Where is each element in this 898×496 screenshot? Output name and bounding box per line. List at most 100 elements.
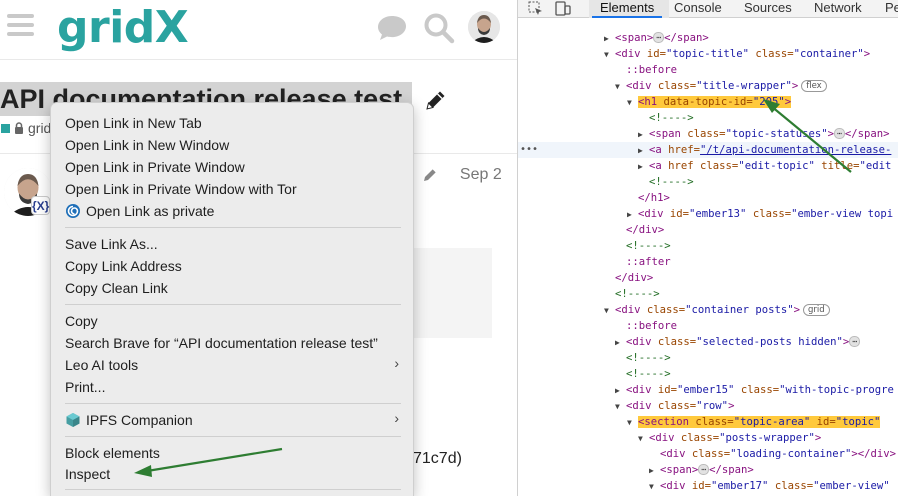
menu-separator (65, 304, 401, 305)
expand-arrow-icon[interactable]: ▶ (627, 207, 638, 223)
tab-network[interactable]: Network (814, 0, 862, 17)
menu-leo-ai-tools[interactable]: Leo AI tools (65, 355, 138, 375)
menu-separator (65, 436, 401, 437)
dom-node[interactable]: </div> (518, 222, 898, 238)
expand-arrow-icon[interactable]: ▶ (604, 31, 615, 47)
dom-node[interactable]: <!----> (518, 174, 898, 190)
menu-ipfs-companion-label: IPFS Companion (86, 412, 193, 428)
tab-sources[interactable]: Sources (744, 0, 792, 17)
collapse-arrow-icon[interactable]: ▼ (649, 479, 660, 495)
context-menu: Open Link in New Tab Open Link in New Wi… (50, 102, 414, 496)
collapsed-content-pill[interactable]: ⋯ (834, 128, 845, 139)
menu-open-as-private[interactable]: Open Link as private (65, 201, 214, 221)
dom-node[interactable]: ▶ <span class="topic-statuses"> ⋯ </span> (518, 126, 898, 142)
post-text-fragment: 71c7d) (413, 450, 462, 467)
expand-arrow-icon[interactable]: ▶ (615, 383, 626, 399)
collapsed-content-pill[interactable]: ⋯ (698, 464, 710, 475)
menu-separator (65, 227, 401, 228)
collapse-arrow-icon[interactable]: ▼ (604, 47, 615, 63)
collapsed-content-pill[interactable]: ⋯ (849, 336, 861, 347)
expand-arrow-icon[interactable]: ▶ (615, 335, 626, 351)
category-name: grid (28, 120, 52, 136)
dom-node[interactable]: ▶ <span> ⋯ </span> (518, 30, 898, 46)
hamburger-icon[interactable] (7, 14, 34, 36)
dom-node[interactable]: ▶ <span> ⋯ </span> (518, 462, 898, 478)
menu-separator (65, 403, 401, 404)
dom-node[interactable]: ▶ <a href class="edit-topic" title="edit (518, 158, 898, 174)
expand-arrow-icon[interactable]: ▶ (638, 159, 649, 175)
menu-separator (65, 489, 401, 490)
menu-ipfs-companion[interactable]: IPFS Companion (65, 410, 193, 430)
search-icon[interactable] (423, 12, 455, 44)
expand-arrow-icon[interactable]: ▶ (649, 463, 660, 479)
flex-badge[interactable]: flex (801, 80, 827, 92)
collapse-arrow-icon[interactable]: ▼ (627, 95, 638, 111)
lock-icon (15, 122, 23, 134)
collapse-arrow-icon[interactable]: ▼ (638, 431, 649, 447)
menu-block-elements[interactable]: Block elements (65, 443, 160, 463)
menu-print[interactable]: Print... (65, 377, 105, 397)
dom-node[interactable]: </h1> (518, 190, 898, 206)
dom-node[interactable]: ▼ <div class="title-wrapper"> flex (518, 78, 898, 94)
category-badge[interactable]: grid (0, 118, 51, 138)
dom-node[interactable]: ▶ <div id="ember13" class="ember-view top… (518, 206, 898, 222)
dom-node[interactable]: ▼ <div class="container posts"> grid (518, 302, 898, 318)
menu-open-private-tor[interactable]: Open Link in Private Window with Tor (65, 179, 297, 199)
post-meta: 9 Sep 2 (405, 166, 502, 184)
expand-arrow-icon[interactable]: ▶ (638, 127, 649, 143)
category-color-swatch (1, 123, 10, 133)
menu-open-as-private-label: Open Link as private (86, 203, 215, 219)
menu-open-new-tab[interactable]: Open Link in New Tab (65, 113, 202, 133)
tab-elements[interactable]: Elements (591, 0, 663, 18)
pencil-icon[interactable] (424, 88, 448, 112)
site-logo[interactable]: gridX (57, 2, 189, 53)
element-picker-icon[interactable] (528, 1, 543, 16)
dom-node[interactable]: ▼ <div id="ember17" class="ember-view" (518, 478, 898, 494)
dom-node[interactable]: ▼ <div class="row"> (518, 398, 898, 414)
device-toggle-icon[interactable] (555, 1, 571, 16)
code-block (414, 248, 492, 338)
dom-node[interactable]: <div class="loading-container"></div> (518, 446, 898, 462)
collapse-arrow-icon[interactable]: ▼ (627, 415, 638, 431)
menu-save-link-as[interactable]: Save Link As... (65, 234, 158, 254)
private-spiral-icon (66, 204, 80, 218)
pencil-icon[interactable] (422, 167, 438, 183)
post-date[interactable]: Sep 2 (460, 166, 502, 184)
dom-node-hovered[interactable]: ••• ▶ <a href="/t/api-documentation-relea… (518, 142, 898, 158)
menu-copy[interactable]: Copy (65, 311, 98, 331)
chevron-right-icon: › (394, 355, 399, 371)
menu-copy-link-address[interactable]: Copy Link Address (65, 256, 182, 276)
tab-console[interactable]: Console (674, 0, 722, 17)
dom-node[interactable]: <!----> (518, 110, 898, 126)
menu-search-brave[interactable]: Search Brave for “API documentation rele… (65, 333, 378, 353)
chat-icon[interactable] (376, 14, 408, 42)
dom-node-h1-selected[interactable]: ▼ <h1 data-topic-id="205"> (518, 94, 898, 110)
dom-node[interactable]: </div> (518, 270, 898, 286)
dom-node[interactable]: ▼ <div id="topic-title" class="container"… (518, 46, 898, 62)
dom-node[interactable]: <!----> (518, 350, 898, 366)
menu-copy-clean-link[interactable]: Copy Clean Link (65, 278, 168, 298)
dom-node[interactable]: ::after (518, 254, 898, 270)
tab-performance[interactable]: Pe (885, 0, 898, 17)
user-avatar[interactable] (468, 11, 500, 43)
dom-node[interactable]: ::before (518, 318, 898, 334)
dom-node[interactable]: <!----> (518, 286, 898, 302)
collapse-arrow-icon[interactable]: ▼ (615, 399, 626, 415)
dom-node[interactable]: <!----> (518, 366, 898, 382)
devtools-tabbar: Elements Console Sources Network Pe (518, 0, 898, 18)
collapse-arrow-icon[interactable]: ▼ (604, 303, 615, 319)
menu-open-private-window[interactable]: Open Link in Private Window (65, 157, 245, 177)
menu-inspect[interactable]: Inspect (65, 464, 110, 484)
dom-node[interactable]: ▼ <div class="posts-wrapper"> (518, 430, 898, 446)
menu-open-new-window[interactable]: Open Link in New Window (65, 135, 229, 155)
collapse-arrow-icon[interactable]: ▼ (615, 79, 626, 95)
dom-node-section-highlighted[interactable]: ▼ <section class="topic-area" id="topic" (518, 414, 898, 430)
dom-node[interactable]: ▶ <div class="selected-posts hidden"> ⋯ (518, 334, 898, 350)
node-actions-icon[interactable]: ••• (520, 142, 538, 158)
dom-node[interactable]: <!----> (518, 238, 898, 254)
expand-arrow-icon[interactable]: ▶ (638, 143, 649, 159)
dom-node[interactable]: ▶ <div id="ember15" class="with-topic-pro… (518, 382, 898, 398)
collapsed-content-pill[interactable]: ⋯ (653, 32, 665, 43)
dom-node[interactable]: ::before (518, 62, 898, 78)
grid-badge[interactable]: grid (803, 304, 830, 316)
